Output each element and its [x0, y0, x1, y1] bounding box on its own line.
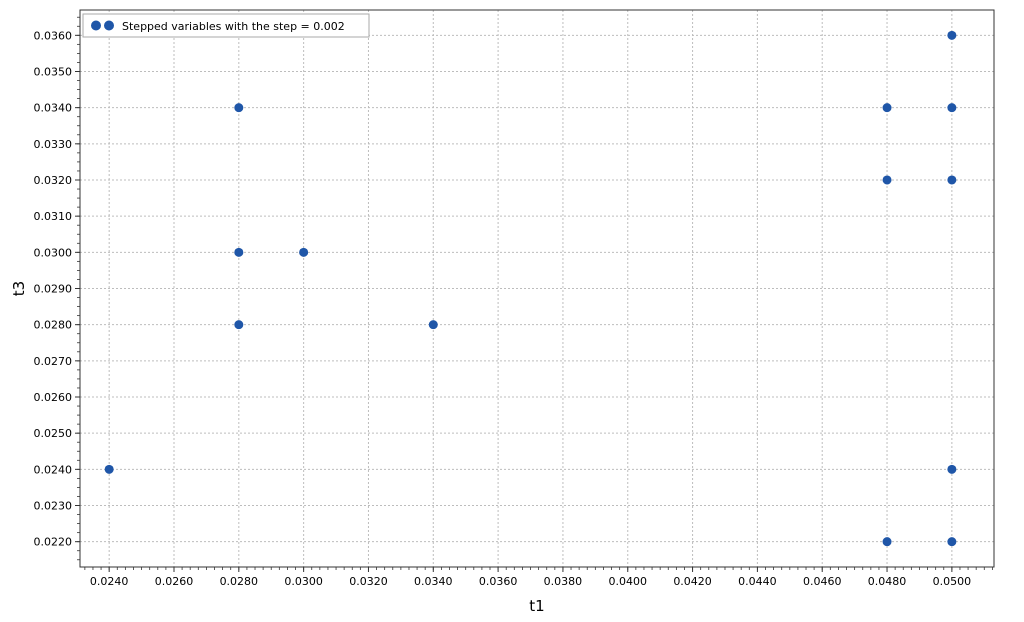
- data-point: [947, 103, 957, 113]
- y-tick-label: 0.0290: [34, 283, 73, 296]
- x-tick-label: 0.0380: [544, 575, 583, 588]
- grid: [80, 10, 994, 567]
- data-point: [947, 464, 957, 474]
- x-tick-label: 0.0480: [868, 575, 907, 588]
- legend-marker: [91, 20, 101, 31]
- data-point: [299, 247, 309, 257]
- y-tick-label: 0.0220: [34, 536, 73, 549]
- y-tick-label: 0.0270: [34, 355, 73, 368]
- x-tick-label: 0.0420: [673, 575, 712, 588]
- x-tick-label: 0.0320: [349, 575, 388, 588]
- y-tick-label: 0.0310: [34, 210, 73, 223]
- data-point: [947, 537, 957, 547]
- data-point: [234, 103, 244, 113]
- y-tick-label: 0.0340: [34, 102, 73, 115]
- y-tick-label: 0.0350: [34, 65, 73, 78]
- x-tick-label: 0.0340: [414, 575, 453, 588]
- x-tick-label: 0.0280: [220, 575, 259, 588]
- data-point: [234, 320, 244, 330]
- data-point: [882, 103, 892, 113]
- y-tick-label: 0.0300: [34, 246, 73, 259]
- x-tick-label: 0.0260: [155, 575, 194, 588]
- data-point: [882, 175, 892, 185]
- x-tick-label: 0.0240: [90, 575, 129, 588]
- legend: Stepped variables with the step = 0.002: [82, 13, 370, 38]
- x-tick-label: 0.0460: [803, 575, 842, 588]
- y-tick-label: 0.0250: [34, 427, 73, 440]
- y-tick-label: 0.0260: [34, 391, 73, 404]
- legend-marker: [104, 20, 114, 31]
- data-point: [104, 464, 114, 474]
- x-tick-label: 0.0360: [479, 575, 518, 588]
- x-axis-label: t1: [529, 597, 544, 615]
- data-point: [234, 247, 244, 257]
- legend-label: Stepped variables with the step = 0.002: [122, 20, 345, 33]
- y-tick-label: 0.0280: [34, 319, 73, 332]
- y-tick-label: 0.0240: [34, 463, 73, 476]
- data-point: [882, 537, 892, 547]
- y-tick-label: 0.0330: [34, 138, 73, 151]
- x-tick-label: 0.0500: [933, 575, 972, 588]
- y-tick-label: 0.0230: [34, 500, 73, 513]
- x-tick-label: 0.0400: [609, 575, 648, 588]
- data-point: [947, 175, 957, 185]
- x-tick-label: 0.0300: [284, 575, 323, 588]
- scatter-chart: 0.0240 0.0260 0.0280 0.0300 0.0320 0.0340 0.03…: [10, 9, 995, 615]
- x-tick-label: 0.0440: [738, 575, 777, 588]
- y-axis-label: t3: [10, 281, 28, 296]
- axis-ticks: 0.0240 0.0260 0.0280 0.0300 0.0320 0.0340 0.03…: [34, 16, 993, 588]
- data-point: [428, 320, 438, 330]
- y-tick-label: 0.0320: [34, 174, 73, 187]
- data-point: [947, 30, 957, 40]
- y-tick-label: 0.0360: [34, 29, 73, 42]
